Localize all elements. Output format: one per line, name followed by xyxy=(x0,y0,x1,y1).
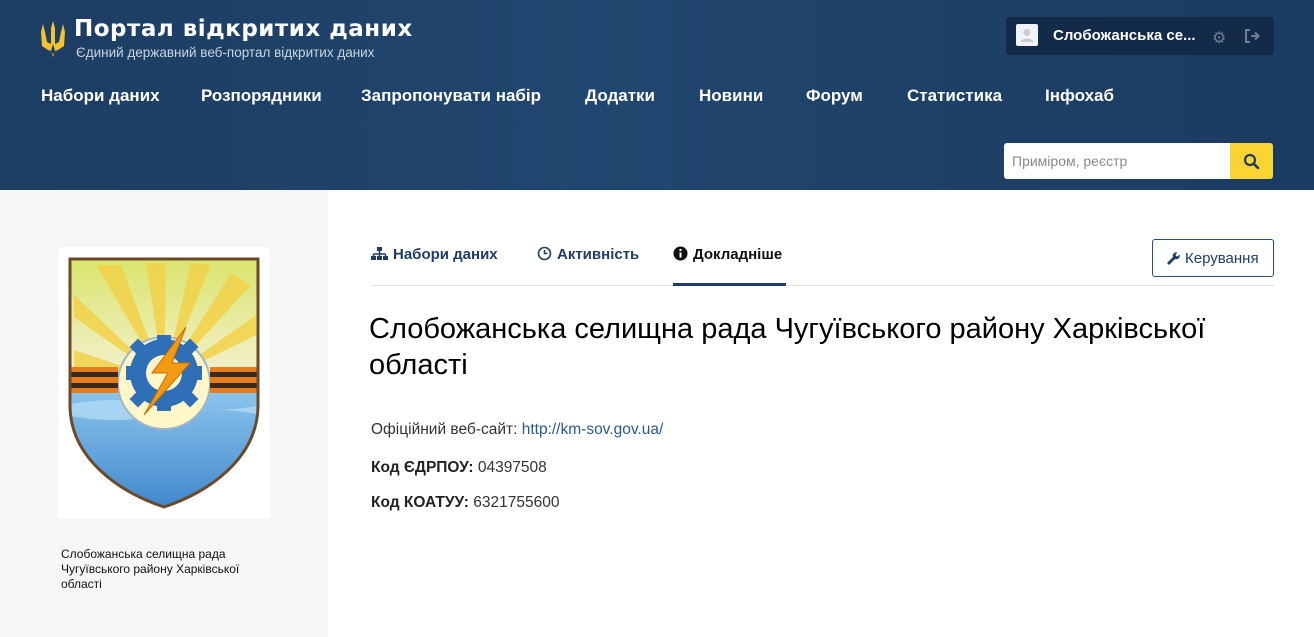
tab-details[interactable]: Докладніше xyxy=(673,246,782,263)
trident-icon[interactable] xyxy=(40,20,66,58)
info-icon xyxy=(673,246,688,261)
search-button[interactable] xyxy=(1230,143,1273,179)
active-tab-indicator xyxy=(673,283,786,286)
website-link[interactable]: http://km-sov.gov.ua/ xyxy=(522,421,664,438)
koatuu-label: Код КОАТУУ: xyxy=(371,494,469,511)
manage-button[interactable]: Керування xyxy=(1152,239,1274,277)
manage-button-label: Керування xyxy=(1185,250,1259,267)
clock-icon xyxy=(537,246,552,261)
nav-datasets[interactable]: Набори даних xyxy=(41,86,160,106)
search-input[interactable] xyxy=(1004,143,1231,179)
user-panel: Слобожанська се... ⚙ xyxy=(1006,17,1274,55)
brand-title[interactable]: Портал відкритих даних xyxy=(74,16,413,42)
sidebar: Слобожанська селищна рада Чугуївського р… xyxy=(0,190,328,637)
nav-statistics[interactable]: Статистика xyxy=(907,86,1002,106)
edrpou-row: Код ЄДРПОУ: 04397508 xyxy=(371,459,547,477)
search-icon xyxy=(1243,153,1260,170)
tab-activity-label: Активність xyxy=(557,246,640,263)
edrpou-value: 04397508 xyxy=(477,459,547,476)
user-avatar-icon[interactable] xyxy=(1016,24,1038,46)
nav-forum[interactable]: Форум xyxy=(806,86,863,106)
nav-suggest-dataset[interactable]: Запропонувати набір xyxy=(361,86,541,106)
koatuu-row: Код КОАТУУ: 6321755600 xyxy=(371,494,559,512)
org-caption: Слобожанська селищна рада Чугуївського р… xyxy=(61,547,240,591)
org-title: Слобожанська селищна рада Чугуївського р… xyxy=(369,313,1206,381)
tab-details-label: Докладніше xyxy=(693,246,783,263)
website-row: Офіційний веб-сайт: http://km-sov.gov.ua… xyxy=(371,421,663,439)
gear-icon[interactable]: ⚙ xyxy=(1212,28,1226,48)
nav-publishers[interactable]: Розпорядники xyxy=(201,86,322,106)
search-form xyxy=(1004,143,1273,179)
coat-of-arms-image xyxy=(68,257,260,509)
user-name[interactable]: Слобожанська се... xyxy=(1053,27,1196,44)
wrench-icon xyxy=(1167,252,1180,265)
nav-infohub[interactable]: Інфохаб xyxy=(1045,86,1114,106)
logout-icon[interactable] xyxy=(1243,27,1261,45)
website-label: Офіційний веб-сайт: xyxy=(371,421,518,438)
site-header: Портал відкритих даних Єдиний державний … xyxy=(0,0,1314,190)
tab-datasets[interactable]: Набори даних xyxy=(371,246,498,263)
tab-datasets-label: Набори даних xyxy=(393,246,498,263)
edrpou-label: Код ЄДРПОУ: xyxy=(371,459,474,476)
nav-apps[interactable]: Додатки xyxy=(585,86,655,106)
brand-subtitle: Єдиний державний веб-портал відкритих да… xyxy=(76,45,375,60)
koatuu-value: 6321755600 xyxy=(473,494,560,511)
tab-activity[interactable]: Активність xyxy=(537,246,639,263)
org-tabs: Набори даних Активність Докладніше Керув… xyxy=(371,239,1274,286)
sitemap-icon xyxy=(371,247,388,260)
nav-news[interactable]: Новини xyxy=(699,86,763,106)
org-emblem xyxy=(58,247,270,519)
